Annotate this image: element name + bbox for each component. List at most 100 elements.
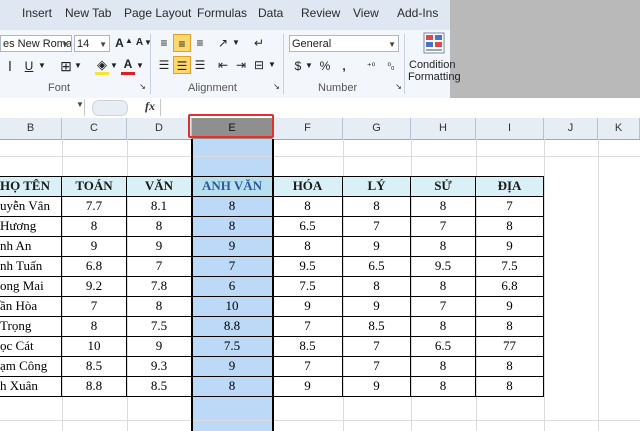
table-header-cell[interactable]: HỌ TÊN (0, 176, 61, 196)
score-cell[interactable]: 9 (476, 236, 543, 256)
chevron-down-icon[interactable]: ▼ (232, 34, 240, 52)
font-size-combo[interactable]: 14 ▼ (74, 35, 110, 52)
column-header-k[interactable]: K (598, 118, 640, 139)
score-cell[interactable]: 9 (127, 236, 191, 256)
score-cell[interactable]: 8 (411, 276, 475, 296)
formula-bar-resize-handle[interactable] (92, 100, 128, 116)
tab-view[interactable]: View (353, 6, 379, 20)
score-cell[interactable]: 7.5 (476, 256, 543, 276)
score-cell[interactable]: 8 (193, 196, 271, 216)
score-cell[interactable]: 8.1 (127, 196, 191, 216)
table-header-cell[interactable]: LÝ (343, 176, 410, 196)
score-cell[interactable]: 8 (62, 216, 126, 236)
increase-indent-icon[interactable]: ⇥ (232, 56, 250, 74)
score-cell[interactable]: 8 (411, 356, 475, 376)
align-middle-icon[interactable]: ≡ (173, 34, 191, 52)
score-cell[interactable]: 8 (411, 316, 475, 336)
comma-button[interactable]: , (338, 57, 350, 75)
student-name-cell[interactable]: uyễn Vân (0, 196, 61, 216)
tab-data[interactable]: Data (258, 6, 283, 20)
score-cell[interactable]: 10 (62, 336, 126, 356)
align-center-icon[interactable]: ☰ (173, 56, 191, 74)
table-header-cell[interactable]: HÓA (273, 176, 342, 196)
score-cell[interactable]: 7.8 (127, 276, 191, 296)
font-color-icon[interactable]: A (121, 55, 135, 73)
student-name-cell[interactable]: nh Tuấn (0, 256, 61, 276)
student-name-cell[interactable]: ần Hòa (0, 296, 61, 316)
wrap-text-icon[interactable]: ↵ (250, 34, 268, 52)
dialog-launcher-icon[interactable]: ↘ (394, 82, 403, 92)
score-cell[interactable]: 8 (62, 316, 126, 336)
score-cell[interactable]: 77 (476, 336, 543, 356)
increase-decimal-icon[interactable]: ⁺⁰ (363, 57, 379, 75)
align-bottom-icon[interactable]: ≡ (191, 34, 209, 52)
table-header-cell[interactable]: TOÁN (62, 176, 126, 196)
score-cell[interactable]: 8 (476, 356, 543, 376)
score-cell[interactable]: 8 (193, 376, 271, 396)
student-name-cell[interactable]: ạm Công (0, 356, 61, 376)
score-cell[interactable]: 9 (273, 376, 342, 396)
conditional-formatting-icon[interactable] (423, 32, 445, 54)
align-top-icon[interactable]: ≡ (155, 34, 173, 52)
tab-new-tab[interactable]: New Tab (65, 6, 111, 20)
name-box[interactable] (0, 99, 85, 116)
score-cell[interactable]: 7 (411, 296, 475, 316)
score-cell[interactable]: 6.5 (343, 256, 410, 276)
decrease-decimal-icon[interactable]: ⁰₀ (383, 57, 399, 75)
score-cell[interactable]: 7.5 (273, 276, 342, 296)
column-header-d[interactable]: D (127, 118, 192, 139)
column-header-b[interactable]: B (0, 118, 62, 139)
score-cell[interactable]: 7 (273, 356, 342, 376)
score-cell[interactable]: 8 (476, 376, 543, 396)
column-header-c[interactable]: C (62, 118, 127, 139)
table-header-cell[interactable]: SỬ (411, 176, 475, 196)
score-cell[interactable]: 9 (273, 296, 342, 316)
score-cell[interactable]: 7 (62, 296, 126, 316)
score-cell[interactable]: 7.7 (62, 196, 126, 216)
chevron-down-icon[interactable]: ▼ (38, 57, 46, 75)
score-cell[interactable]: 9.5 (273, 256, 342, 276)
score-cell[interactable]: 6.8 (476, 276, 543, 296)
score-cell[interactable]: 9 (193, 356, 271, 376)
score-cell[interactable]: 7 (476, 196, 543, 216)
currency-button[interactable]: $ (292, 57, 304, 75)
score-cell[interactable]: 7.5 (127, 316, 191, 336)
merge-center-icon[interactable]: ⊟ (250, 56, 268, 74)
score-cell[interactable]: 8.8 (62, 376, 126, 396)
score-cell[interactable]: 7 (193, 256, 271, 276)
score-cell[interactable]: 9.2 (62, 276, 126, 296)
chevron-down-icon[interactable]: ▼ (110, 57, 118, 75)
dialog-launcher-icon[interactable]: ↘ (138, 82, 147, 92)
score-cell[interactable]: 8 (273, 236, 342, 256)
score-cell[interactable]: 7 (411, 216, 475, 236)
score-cell[interactable]: 8 (476, 216, 543, 236)
chevron-down-icon[interactable]: ▼ (305, 57, 313, 75)
tab-formulas[interactable]: Formulas (197, 6, 247, 20)
score-cell[interactable]: 8 (476, 316, 543, 336)
score-cell[interactable]: 9 (343, 296, 410, 316)
score-cell[interactable]: 7 (343, 356, 410, 376)
score-cell[interactable]: 7.5 (193, 336, 271, 356)
score-cell[interactable]: 8 (127, 296, 191, 316)
score-cell[interactable]: 8 (411, 196, 475, 216)
tab-page-layout[interactable]: Page Layout (124, 6, 191, 20)
student-name-cell[interactable]: nh An (0, 236, 61, 256)
column-header-g[interactable]: G (343, 118, 411, 139)
score-cell[interactable]: 6.5 (273, 216, 342, 236)
chevron-down-icon[interactable]: ▼ (74, 57, 82, 75)
decrease-indent-icon[interactable]: ⇤ (214, 56, 232, 74)
score-cell[interactable]: 9 (343, 236, 410, 256)
underline-button[interactable]: U (22, 57, 36, 75)
conditional-formatting-label-2[interactable]: Formatting (408, 71, 461, 83)
score-cell[interactable]: 6 (193, 276, 271, 296)
score-cell[interactable]: 8 (127, 216, 191, 236)
conditional-formatting-label-1[interactable]: Condition (409, 59, 455, 71)
score-cell[interactable]: 9 (62, 236, 126, 256)
score-cell[interactable]: 8 (343, 196, 410, 216)
table-header-cell[interactable]: ANH VĂN (193, 176, 271, 196)
align-right-icon[interactable]: ☰ (191, 56, 209, 74)
student-name-cell[interactable]: h Xuân (0, 376, 61, 396)
orientation-icon[interactable]: ↗ (214, 34, 232, 52)
font-name-combo[interactable]: es New Roman ▼ (0, 35, 72, 52)
score-cell[interactable]: 8.5 (343, 316, 410, 336)
